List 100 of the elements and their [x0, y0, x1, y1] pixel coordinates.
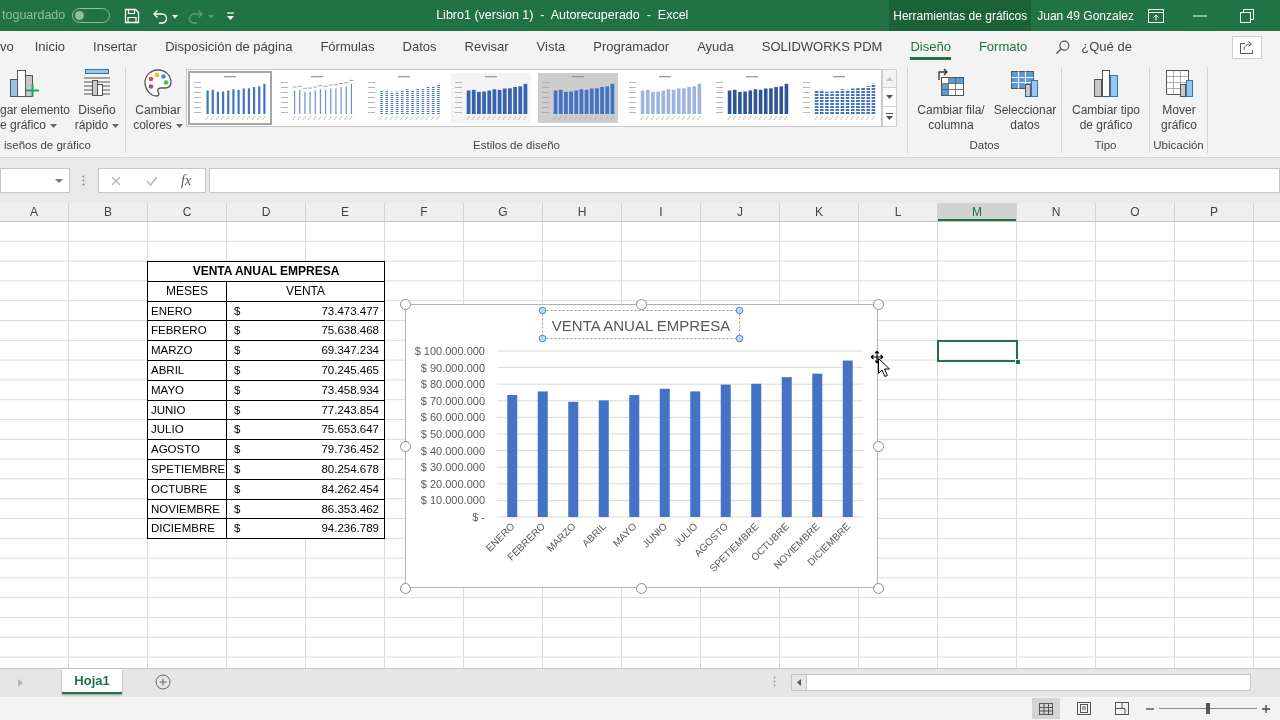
- resize-handle-icon[interactable]: [635, 582, 647, 594]
- bar[interactable]: [568, 401, 579, 517]
- minimize-icon[interactable]: [1193, 14, 1207, 17]
- column-header[interactable]: D: [227, 203, 306, 221]
- currency-symbol: $: [234, 501, 241, 517]
- zoom-slider-thumb[interactable]: [1206, 703, 1210, 714]
- share-button[interactable]: [1232, 35, 1262, 59]
- ribbon-tab[interactable]: Revisar: [450, 31, 523, 63]
- ribbon-command-button[interactable]: Cambiar fila/ columna: [914, 67, 988, 133]
- resize-handle-icon[interactable]: [872, 582, 884, 594]
- bar[interactable]: [751, 383, 762, 517]
- ribbon-tab[interactable]: Programador: [579, 31, 684, 63]
- ribbon-tab[interactable]: Insertar: [79, 31, 152, 63]
- ribbon-display-icon[interactable]: [1148, 8, 1164, 23]
- gallery-scroll-down-button[interactable]: [882, 88, 897, 107]
- ribbon-tab[interactable]: Ayuda: [683, 31, 748, 63]
- ribbon-tab[interactable]: Vista: [522, 31, 580, 63]
- ribbon-tab[interactable]: Datos: [388, 31, 451, 63]
- menu-caret-icon[interactable]: [226, 10, 236, 21]
- ribbon-tab[interactable]: Fórmulas: [306, 31, 389, 63]
- bar-chart[interactable]: [405, 304, 878, 588]
- bar[interactable]: [629, 395, 640, 517]
- add-sheet-icon[interactable]: [155, 674, 171, 690]
- ribbon-command-button[interactable]: gar elemento e gráfico: [0, 67, 72, 133]
- resize-handle-icon[interactable]: [872, 440, 884, 452]
- grip-icon[interactable]: [82, 175, 85, 186]
- check-icon[interactable]: [146, 175, 158, 186]
- currency-symbol: $: [234, 481, 241, 497]
- column-header[interactable]: I: [622, 203, 701, 221]
- ribbon-command-button[interactable]: Mover gráfico: [1150, 67, 1208, 133]
- ribbon-tab[interactable]: SOLIDWORKS PDM: [747, 31, 897, 63]
- ribbon-tab[interactable]: Formato: [964, 31, 1042, 63]
- ribbon-tab[interactable]: Disposición de página: [151, 31, 307, 63]
- column-header[interactable]: E: [306, 203, 385, 221]
- zoom-in-icon[interactable]: [1262, 704, 1270, 713]
- ribbon-command-button[interactable]: Seleccionar datos: [988, 67, 1062, 133]
- column-header[interactable]: O: [1096, 203, 1175, 221]
- resize-handle-icon[interactable]: [399, 298, 411, 310]
- ribbon-tab[interactable]: Diseño: [896, 31, 965, 63]
- caret-left-icon[interactable]: [797, 679, 801, 686]
- column-header[interactable]: P: [1175, 203, 1254, 221]
- currency-symbol: $: [234, 521, 241, 537]
- save-icon[interactable]: [124, 7, 141, 24]
- title-handle-icon[interactable]: [538, 306, 547, 315]
- grid-icon: [1039, 702, 1053, 715]
- zoom-out-icon[interactable]: [1146, 707, 1154, 710]
- ribbon-command-button[interactable]: Cambiar colores: [132, 67, 184, 133]
- formula-input[interactable]: [209, 168, 1280, 193]
- gallery-more-button[interactable]: [882, 107, 897, 127]
- title-handle-icon[interactable]: [538, 334, 547, 343]
- chart-title[interactable]: VENTA ANUAL EMPRESA: [551, 317, 731, 334]
- cancel-icon[interactable]: [111, 175, 121, 186]
- grip-icon[interactable]: [773, 676, 776, 687]
- bar[interactable]: [537, 391, 548, 517]
- search-icon[interactable]: [1055, 39, 1071, 55]
- bar[interactable]: [842, 360, 853, 517]
- resize-handle-icon[interactable]: [399, 440, 411, 452]
- column-header[interactable]: M: [938, 203, 1017, 221]
- ribbon-command-button[interactable]: Diseño rápido: [72, 67, 122, 133]
- title-handle-icon[interactable]: [735, 306, 744, 315]
- user-name: Juan 49 Gonzalez: [1037, 7, 1134, 25]
- column-header[interactable]: H: [543, 203, 622, 221]
- normal-view-button[interactable]: [1032, 698, 1060, 719]
- chart-style-option[interactable]: [188, 71, 272, 125]
- page-break-icon: [1115, 702, 1129, 715]
- column-header[interactable]: N: [1017, 203, 1096, 221]
- bar[interactable]: [507, 395, 518, 517]
- bar[interactable]: [598, 400, 609, 517]
- column-header[interactable]: G: [464, 203, 543, 221]
- resize-handle-icon[interactable]: [872, 298, 884, 310]
- bar[interactable]: [690, 391, 701, 517]
- undo-icon[interactable]: [152, 7, 179, 24]
- bar[interactable]: [781, 377, 792, 517]
- restore-icon[interactable]: [1240, 8, 1254, 23]
- axis-tick-label: $ -: [472, 511, 485, 523]
- column-header[interactable]: C: [148, 203, 227, 221]
- bar[interactable]: [812, 373, 823, 517]
- ribbon-tab[interactable]: vo: [0, 31, 21, 63]
- column-header[interactable]: K: [780, 203, 859, 221]
- column-header[interactable]: B: [69, 203, 148, 221]
- ribbon-tab[interactable]: Inicio: [20, 31, 80, 63]
- ribbon-command-button[interactable]: Cambiar tipo de gráfico: [1062, 67, 1150, 133]
- fill-handle-icon[interactable]: [1015, 359, 1021, 365]
- column-header[interactable]: J: [701, 203, 780, 221]
- table-cell: MAYO: [147, 380, 227, 401]
- zoom-slider[interactable]: [1159, 703, 1257, 714]
- title-handle-icon[interactable]: [735, 334, 744, 343]
- insert-function-button[interactable]: fx: [181, 172, 192, 189]
- amount: 94.236.789: [321, 521, 379, 537]
- share-icon: [1239, 40, 1255, 54]
- column-header[interactable]: A: [0, 203, 69, 221]
- caret-down-icon[interactable]: [55, 178, 63, 183]
- resize-handle-icon[interactable]: [635, 298, 647, 310]
- column-header[interactable]: F: [385, 203, 464, 221]
- bar[interactable]: [720, 384, 731, 517]
- active-cell[interactable]: [937, 340, 1018, 362]
- tell-me-search[interactable]: ¿Qué de: [1081, 37, 1132, 57]
- bar[interactable]: [659, 388, 670, 517]
- resize-handle-icon[interactable]: [399, 582, 411, 594]
- sheet-tab[interactable]: Hoja1: [62, 669, 122, 694]
